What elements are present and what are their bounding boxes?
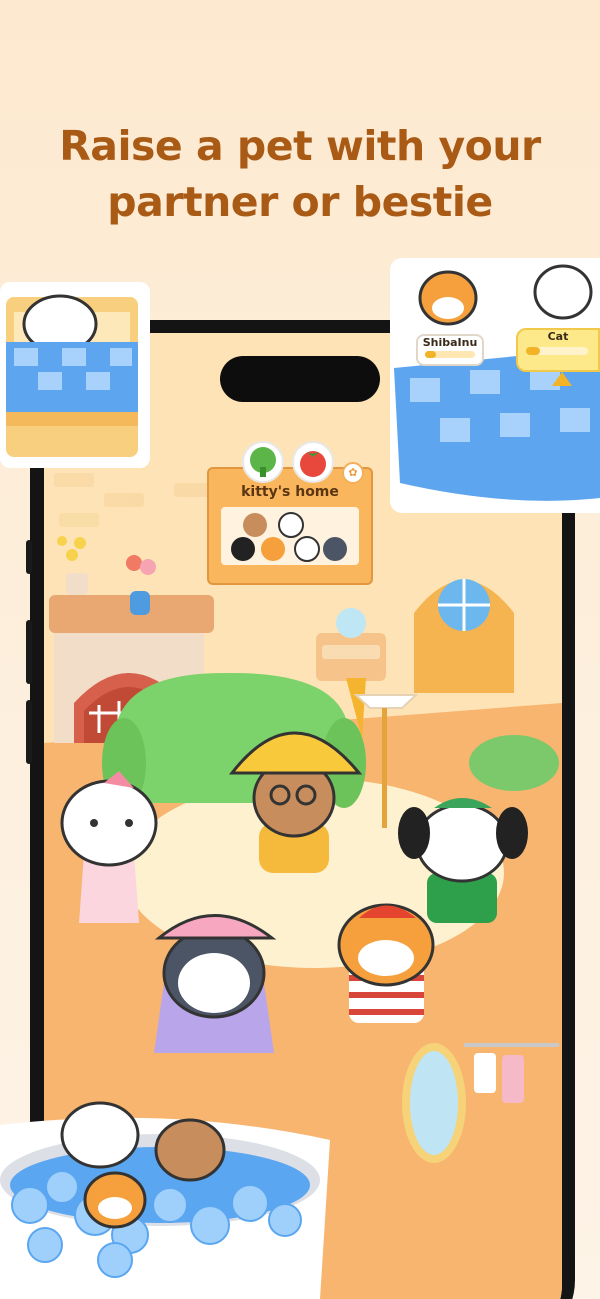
bed-sticker xyxy=(0,282,150,468)
penguin-character xyxy=(154,914,277,1053)
cat-tag-label: Cat xyxy=(547,330,569,343)
shiba-tag[interactable]: ShibaInu xyxy=(416,334,484,366)
shiba-energy-bar xyxy=(425,351,475,358)
cat-tag[interactable]: Cat xyxy=(516,328,600,372)
paw-icon[interactable]: ✿ xyxy=(342,462,364,484)
phone-side-button-2 xyxy=(26,620,32,684)
dynamic-island xyxy=(220,356,380,402)
headline-line-2: partner or bestie xyxy=(107,178,493,226)
phone-side-button-3 xyxy=(26,700,32,764)
shiba-tag-label: ShibaInu xyxy=(422,336,478,349)
broccoli-icon[interactable] xyxy=(242,441,284,483)
tomato-icon[interactable] xyxy=(292,441,334,483)
headline: Raise a pet with your partner or bestie xyxy=(0,118,600,230)
triangle-pointer-icon xyxy=(552,372,572,386)
phone-side-button-1 xyxy=(26,540,32,574)
cat-energy-bar xyxy=(526,347,588,355)
dining-sticker: ShibaInu Cat xyxy=(390,258,600,513)
home-title: kitty's home xyxy=(241,484,339,500)
bath-sticker xyxy=(0,1085,340,1299)
pet-roster xyxy=(221,507,359,565)
shiba-character xyxy=(337,903,435,1023)
headline-line-1: Raise a pet with your xyxy=(59,122,541,170)
